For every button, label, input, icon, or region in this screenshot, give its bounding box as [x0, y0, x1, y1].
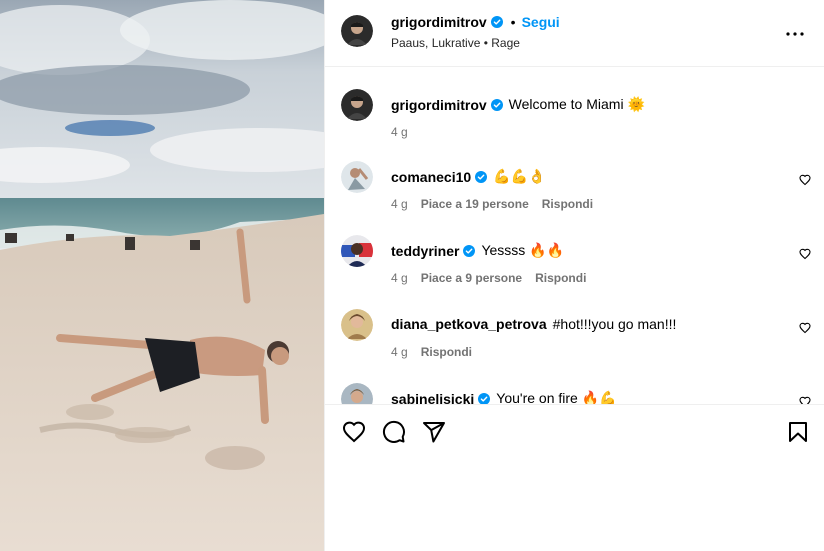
heart-icon[interactable]: [342, 420, 366, 444]
comment-meta: 4 g Piace a 19 persone Rispondi: [391, 197, 606, 211]
follow-button[interactable]: Segui: [522, 14, 560, 30]
audio-attribution[interactable]: Paaus, Lukrative • Rage: [391, 36, 520, 50]
comment-line: teddyriner Yessss 🔥🔥: [391, 242, 564, 259]
beach-photo: [0, 0, 324, 551]
reply-button[interactable]: Rispondi: [421, 345, 472, 359]
share-icon[interactable]: [422, 420, 446, 444]
comment-line: diana_petkova_petrova #hot!!!you go man!…: [391, 316, 676, 332]
caption-meta: 4 g: [391, 125, 421, 139]
comment-text: You're on fire 🔥💪: [496, 390, 617, 405]
caption-time[interactable]: 4 g: [391, 125, 408, 139]
author-username[interactable]: grigordimitrov: [391, 14, 487, 30]
post-media[interactable]: [0, 0, 324, 551]
comment-likes[interactable]: Piace a 9 persone: [421, 271, 522, 285]
verified-badge-icon: [463, 244, 476, 257]
comment-meta: 4 g Piace a 9 persone Rispondi: [391, 271, 599, 285]
commenter-avatar[interactable]: [341, 235, 373, 267]
comment-like-icon[interactable]: [799, 322, 811, 334]
caption-line: grigordimitrov Welcome to Miami 🌞: [391, 96, 645, 113]
verified-badge-icon: [475, 170, 488, 183]
post-actions-bar: [325, 406, 824, 458]
verified-badge-icon: [478, 392, 491, 404]
author-avatar[interactable]: [341, 15, 373, 47]
bookmark-icon[interactable]: [786, 420, 810, 444]
comment-like-icon[interactable]: [799, 396, 811, 404]
comment-line: sabinelisicki You're on fire 🔥💪: [391, 390, 617, 405]
comment-text: Yessss 🔥🔥: [481, 242, 565, 258]
comment-time[interactable]: 4 g: [391, 345, 408, 359]
comment-time[interactable]: 4 g: [391, 197, 408, 211]
commenter-avatar[interactable]: [341, 309, 373, 341]
comment-username[interactable]: diana_petkova_petrova: [391, 316, 547, 332]
comment-text: 💪💪👌: [493, 168, 546, 184]
comment-icon[interactable]: [382, 420, 406, 444]
verified-badge-icon: [490, 98, 503, 111]
reply-button[interactable]: Rispondi: [542, 197, 593, 211]
post-details-panel: grigordimitrov • Segui Paaus, Lukrative …: [324, 0, 824, 551]
comment-meta: 4 g Rispondi: [391, 345, 485, 359]
comment-text: #hot!!!you go man!!!: [552, 316, 677, 332]
caption-text: Welcome to Miami 🌞: [508, 96, 645, 112]
author-line: grigordimitrov • Segui: [391, 14, 560, 30]
comment-line: comaneci10 💪💪👌: [391, 168, 545, 185]
comment-like-icon[interactable]: [799, 174, 811, 186]
reply-button[interactable]: Rispondi: [535, 271, 586, 285]
commenter-avatar[interactable]: [341, 383, 373, 404]
caption-username[interactable]: grigordimitrov: [391, 97, 487, 113]
separator-dot: •: [510, 14, 516, 30]
comment-username[interactable]: teddyriner: [391, 243, 459, 259]
more-options-icon[interactable]: [783, 22, 807, 46]
comment-username[interactable]: sabinelisicki: [391, 391, 474, 405]
comment-likes[interactable]: Piace a 19 persone: [421, 197, 529, 211]
comment-like-icon[interactable]: [799, 248, 811, 260]
comment-username[interactable]: comaneci10: [391, 169, 471, 185]
comment-time[interactable]: 4 g: [391, 271, 408, 285]
author-avatar[interactable]: [341, 89, 373, 121]
commenter-avatar[interactable]: [341, 161, 373, 193]
comments-list[interactable]: grigordimitrov Welcome to Miami 🌞 4 g co…: [325, 67, 824, 405]
verified-badge-icon: [490, 16, 503, 28]
post-header: grigordimitrov • Segui Paaus, Lukrative …: [325, 0, 824, 67]
